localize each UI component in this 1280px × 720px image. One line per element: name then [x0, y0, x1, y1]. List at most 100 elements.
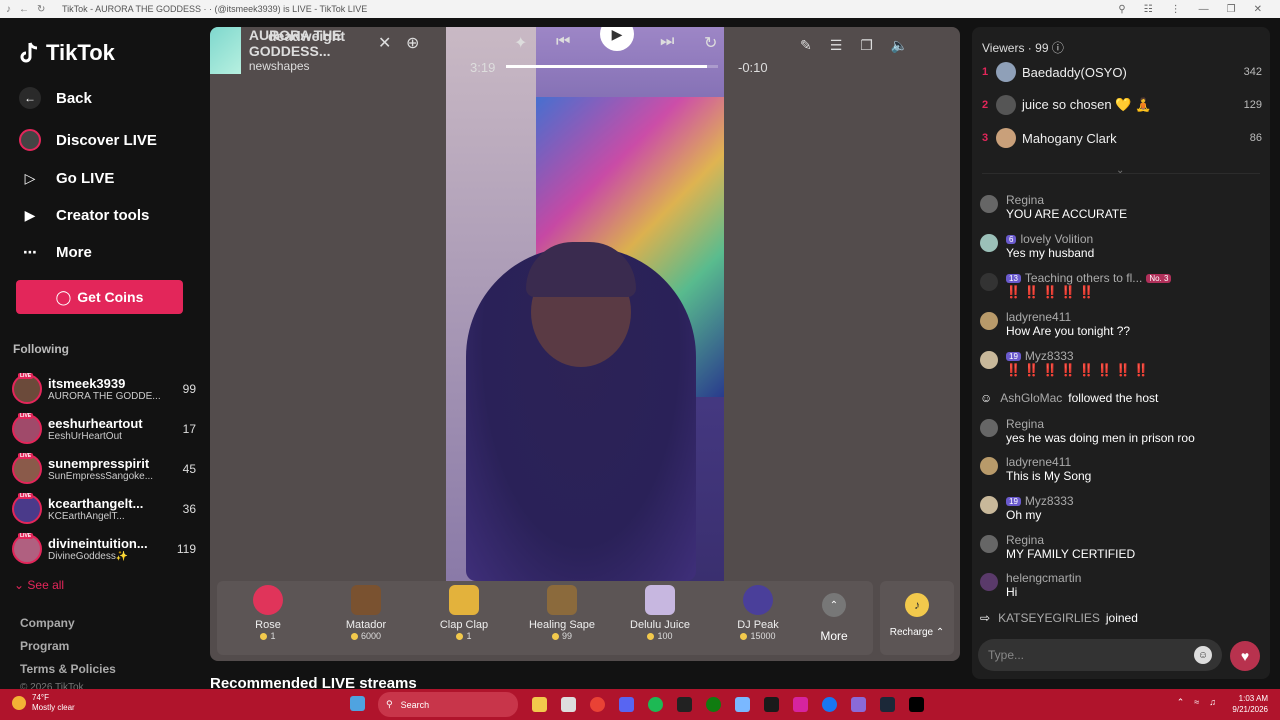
following-item[interactable]: LIVE kcearthangelt... KCEarthAngelT... 36	[12, 490, 200, 528]
photos-icon[interactable]	[851, 697, 866, 712]
emoji-icon[interactable]: ☺	[1194, 646, 1212, 664]
more-gifts-button[interactable]: ⌃ More	[814, 593, 854, 643]
minimize-icon[interactable]: —	[1199, 4, 1209, 15]
weather-widget[interactable]: 74°F Mostly clear	[12, 693, 75, 713]
following-item[interactable]: LIVE sunempresspirit SunEmpressSangoke...…	[12, 450, 200, 488]
browser-titlebar: ♪ ← ↻ TikTok - AURORA THE GODDESS · · (@…	[0, 0, 1280, 18]
restore-icon[interactable]: ❐	[1227, 4, 1236, 15]
tiktok-logo[interactable]: TikTok	[20, 40, 115, 66]
volume-icon[interactable]: 🔈	[891, 37, 908, 54]
nav-more[interactable]: ⋯ More	[18, 240, 92, 264]
next-track-icon[interactable]: ⏭	[660, 33, 674, 51]
chat-message[interactable]: Regina MY FAMILY CERTIFIED	[980, 533, 1264, 561]
viewer-name: Baedaddy(OSYO)	[1022, 64, 1127, 80]
gift-clap-clap[interactable]: Clap Clap 1	[419, 585, 509, 641]
chevron-down-icon[interactable]: ⌄	[1116, 165, 1124, 176]
see-all-link[interactable]: ⌄ See all	[14, 578, 64, 592]
top-viewer-row[interactable]: 3 Mahogany Clark 86	[982, 125, 1262, 151]
chat-text: Oh my	[1006, 508, 1042, 522]
progress-bar[interactable]	[506, 65, 718, 68]
chat-message[interactable]: 19 Myz8333 ‼️ ‼️ ‼️ ‼️ ‼️ ‼️ ‼️ ‼️	[980, 349, 1264, 377]
windows-start-icon[interactable]	[350, 696, 365, 711]
menu-icon[interactable]: ⋮	[1171, 4, 1181, 15]
following-item[interactable]: LIVE eeshurheartout EeshUrHeartOut 17	[12, 410, 200, 448]
discord-icon[interactable]	[619, 697, 634, 712]
dj-icon	[743, 585, 773, 615]
repeat-icon[interactable]: ↻	[704, 33, 717, 53]
chrome-icon[interactable]	[590, 697, 605, 712]
chat-message[interactable]: 19 Myz8333 Oh my	[980, 494, 1264, 522]
like-heart-button[interactable]: ♥	[1230, 641, 1260, 671]
time-remaining: -0:10	[738, 60, 768, 75]
chat-message[interactable]: Regina YOU ARE ACCURATE	[980, 193, 1264, 221]
wifi-icon[interactable]: ≈	[1194, 697, 1199, 708]
top-viewer-row[interactable]: 2 juice so chosen 💛 🧘 129	[982, 92, 1262, 118]
gift-dj-peak[interactable]: DJ Peak 15000	[713, 585, 803, 641]
live-player[interactable]: AURORA THE GODDESS... newshapes deadweig…	[210, 27, 960, 661]
cloud-icon[interactable]	[735, 697, 750, 712]
nav-go-live[interactable]: ▷ Go LIVE	[18, 166, 115, 190]
progress-fill	[506, 65, 708, 68]
chat-message[interactable]: helengcmartin Hi	[980, 571, 1264, 599]
picture-in-picture-icon[interactable]: ❐	[860, 37, 873, 54]
back-label: Back	[56, 89, 92, 107]
xbox-icon[interactable]	[706, 697, 721, 712]
following-item[interactable]: LIVE itsmeek3939 AURORA THE GODDE... 99	[12, 370, 200, 408]
footer-company[interactable]: Company	[20, 616, 75, 630]
join-event[interactable]: ⇨ KATSEYEGIRLIES joined	[980, 611, 1264, 625]
extensions-icon[interactable]: ☷	[1144, 4, 1153, 15]
gift-rose[interactable]: Rose 1	[223, 585, 313, 641]
footer-terms[interactable]: Terms & Policies	[20, 662, 116, 676]
chevron-up-icon[interactable]: ⌃	[1177, 697, 1185, 708]
edit-icon[interactable]: ✎	[800, 37, 812, 54]
gift-delulu-juice[interactable]: Delulu Juice 100	[615, 585, 705, 641]
chat-message[interactable]: ladyrene411 This is My Song	[980, 455, 1264, 483]
taskbar-search[interactable]: ⚲ Search	[378, 692, 518, 717]
footer-program[interactable]: Program	[20, 639, 69, 653]
top-viewer-row[interactable]: 1 Baedaddy(OSYO) 342	[982, 59, 1262, 85]
recharge-button[interactable]: ♪ Recharge ⌃	[880, 581, 954, 655]
chat-message[interactable]: 13 Teaching others to fl... No. 3 ‼️ ‼️ ‼️ …	[980, 271, 1264, 299]
nav-discover-live[interactable]: Discover LIVE	[18, 128, 157, 152]
back-arrow-icon[interactable]: ←	[19, 4, 29, 15]
facebook-icon[interactable]	[822, 697, 837, 712]
sparkle-icon[interactable]: ✦	[514, 33, 527, 53]
store-icon[interactable]	[561, 697, 576, 712]
tiktok-live-icon[interactable]	[764, 697, 779, 712]
previous-track-icon[interactable]: ⏮	[556, 33, 570, 51]
zoom-icon[interactable]: ⚲	[1118, 4, 1125, 15]
speaker-icon[interactable]: ♫	[1209, 697, 1216, 708]
nav-creator-tools[interactable]: ▶ Creator tools	[18, 203, 150, 227]
viewers-header[interactable]: Viewers · 99 ⓘ	[982, 39, 1064, 56]
spotify-icon[interactable]	[648, 697, 663, 712]
close-icon[interactable]: ✕	[378, 33, 391, 53]
instagram-icon[interactable]	[793, 697, 808, 712]
chat-input[interactable]: Type... ☺	[978, 639, 1222, 671]
tiktok-tab-icon: ♪	[6, 3, 11, 15]
close-window-icon[interactable]: ✕	[1254, 4, 1262, 15]
get-coins-button[interactable]: ◯ Get Coins	[16, 280, 183, 314]
tiktok-icon[interactable]	[909, 697, 924, 712]
info-icon[interactable]: ⓘ	[1052, 41, 1064, 55]
back-button[interactable]: ← Back	[18, 86, 92, 110]
chat-message[interactable]: 6 lovely Volition Yes my husband	[980, 232, 1264, 260]
live-tag: LIVE	[18, 493, 34, 499]
play-button[interactable]: ▶	[600, 27, 634, 51]
clock[interactable]: 1:03 AM 9/21/2026	[1232, 693, 1268, 715]
live-video[interactable]	[446, 27, 724, 581]
steam-icon[interactable]	[880, 697, 895, 712]
chat-message[interactable]: Regina yes he was doing men in prison roo	[980, 417, 1264, 445]
add-icon[interactable]: ⊕	[406, 33, 419, 53]
guitar-icon	[547, 585, 577, 615]
capcut-icon[interactable]	[677, 697, 692, 712]
reload-icon[interactable]: ↻	[37, 4, 45, 15]
list-icon[interactable]: ☰	[830, 37, 843, 54]
gift-healing-sape[interactable]: Healing Sape 99	[517, 585, 607, 641]
file-explorer-icon[interactable]	[532, 697, 547, 712]
gift-matador[interactable]: Matador 6000	[321, 585, 411, 641]
chat-message[interactable]: ladyrene411 How Are you tonight ??	[980, 310, 1264, 338]
following-item[interactable]: LIVE divineintuition... DivineGoddess✨ 11…	[12, 530, 200, 568]
follow-event[interactable]: ☺ AshGloMac followed the host	[980, 391, 1264, 405]
join-icon: ⇨	[980, 611, 991, 625]
avatar: LIVE	[12, 493, 42, 524]
